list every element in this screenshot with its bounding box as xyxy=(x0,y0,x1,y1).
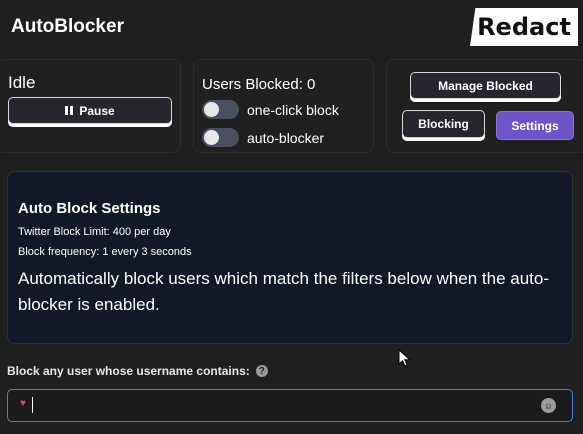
auto-blocker-label: auto-blocker xyxy=(247,129,325,146)
block-limit-text: Twitter Block Limit: 400 per day xyxy=(18,226,171,238)
redact-logo: Redact xyxy=(470,8,578,46)
username-filter-label-text: Block any user whose username contains: xyxy=(7,364,250,378)
username-filter-input[interactable] xyxy=(7,389,573,422)
status-text: Idle xyxy=(8,73,36,92)
settings-title: Auto Block Settings xyxy=(18,200,161,217)
users-blocked-count: Users Blocked: 0 xyxy=(202,76,316,93)
auto-blocker-toggle[interactable] xyxy=(202,128,239,147)
text-caret xyxy=(32,397,33,413)
block-frequency-text: Block frequency: 1 every 3 seconds xyxy=(18,246,192,258)
pause-label: Pause xyxy=(79,103,115,118)
emoji-icon[interactable]: ☺ xyxy=(541,398,556,413)
pause-icon xyxy=(65,106,74,115)
auto-blocker-row: auto-blocker xyxy=(202,128,324,147)
manage-blocked-button[interactable]: Manage Blocked xyxy=(410,72,561,99)
help-icon[interactable]: ? xyxy=(255,365,268,377)
settings-description: Automatically block users which match th… xyxy=(18,269,550,314)
one-click-block-toggle[interactable] xyxy=(202,100,239,119)
app-title: AutoBlocker xyxy=(11,16,124,37)
heart-icon: ♥ xyxy=(20,398,26,409)
tab-blocking[interactable]: Blocking xyxy=(402,110,485,138)
mouse-cursor-icon xyxy=(398,349,412,367)
username-filter-label: Block any user whose username contains: … xyxy=(7,364,268,378)
one-click-block-label: one-click block xyxy=(247,101,339,118)
pause-button[interactable]: Pause xyxy=(8,97,172,124)
tab-settings[interactable]: Settings xyxy=(496,111,574,140)
one-click-block-row: one-click block xyxy=(202,100,339,119)
